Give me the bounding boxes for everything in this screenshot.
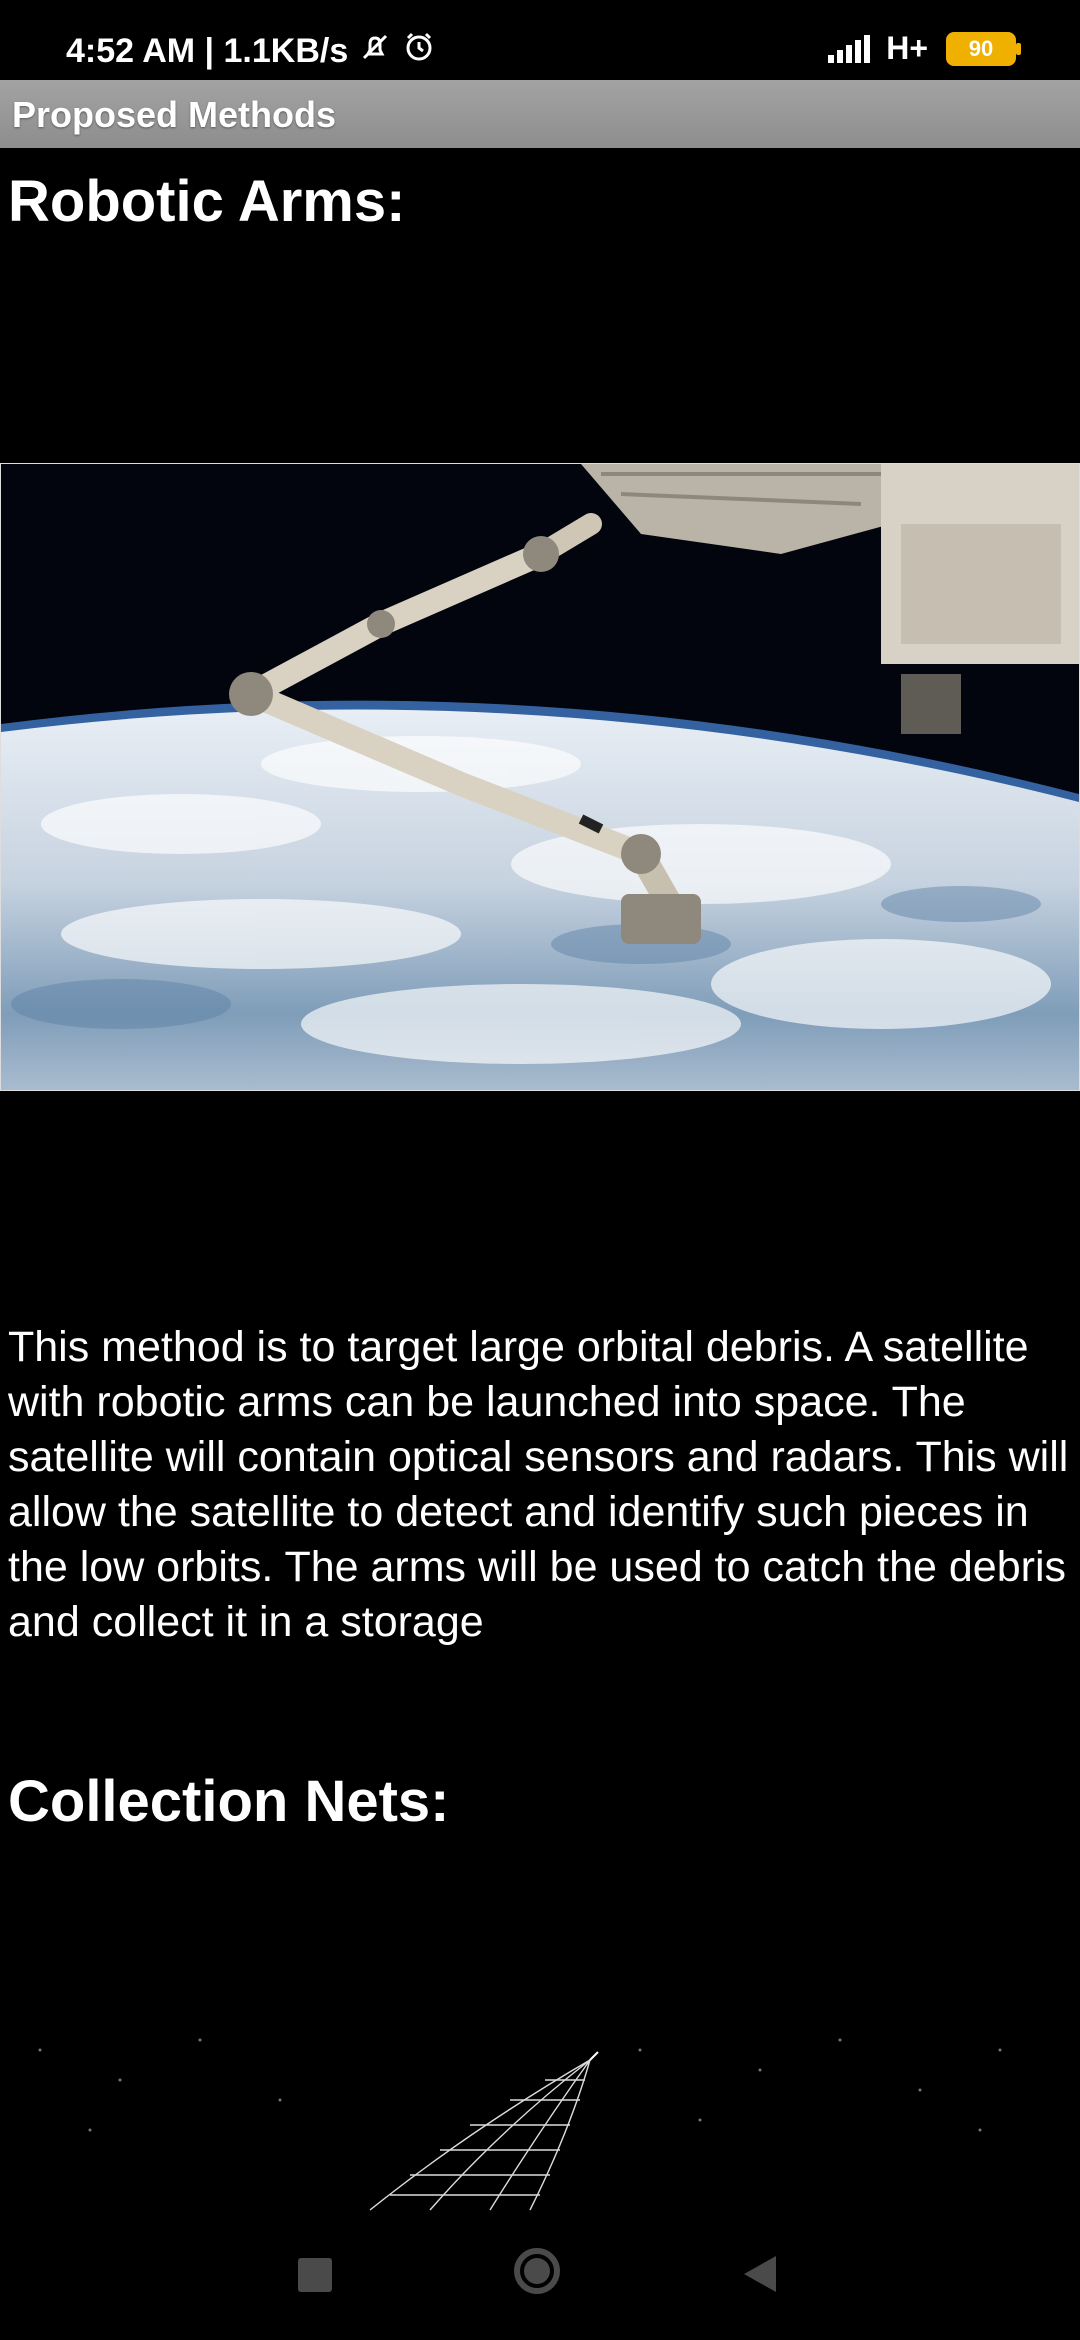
network-type: H+ [886, 30, 928, 66]
signal-icon [828, 34, 871, 63]
back-icon[interactable] [744, 2256, 776, 2292]
battery-level: 90 [968, 35, 994, 61]
battery-icon: 90 [946, 31, 1021, 66]
mute-icon [358, 30, 392, 73]
alarm-icon [402, 30, 436, 73]
recent-apps-icon[interactable] [298, 2258, 332, 2292]
status-time: 4:52 AM | 1.1KB/s [66, 30, 436, 73]
app-title-bar: Proposed Methods [0, 80, 1080, 148]
collection-net-image [0, 2010, 1080, 2230]
status-bar: 4:52 AM | 1.1KB/s H+ 90 [0, 0, 1080, 80]
status-time-text: 4:52 AM | 1.1KB/s [66, 32, 349, 70]
robotic-arm-iss-image [0, 463, 1080, 1091]
status-right-group: H+ 90 [828, 30, 1021, 67]
section-heading-collection-nets: Collection Nets: [8, 1769, 450, 1834]
page-title: Proposed Methods [12, 94, 337, 135]
home-icon[interactable] [514, 2248, 560, 2294]
section-paragraph-robotic-arms: This method is to target large orbital d… [8, 1323, 1069, 1646]
section-heading-robotic-arms: Robotic Arms: [8, 169, 406, 234]
